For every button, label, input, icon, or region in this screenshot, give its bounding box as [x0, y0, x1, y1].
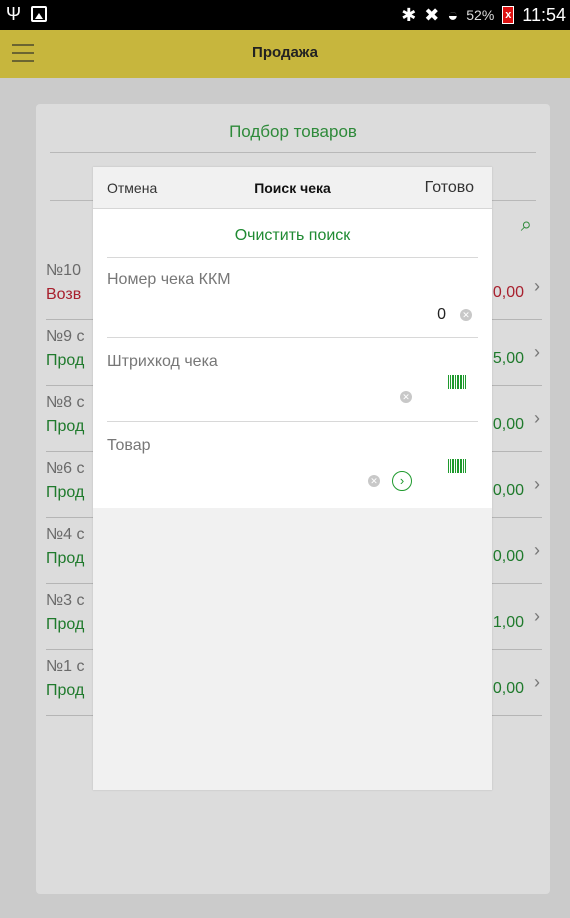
row-amount: ,0,00 — [488, 284, 524, 301]
row-number: №4 с — [46, 526, 85, 543]
row-type: Прод — [46, 550, 85, 567]
row-number: №3 с — [46, 592, 85, 609]
chevron-right-icon: › — [534, 606, 540, 626]
battery-icon: x — [502, 6, 515, 24]
receipt-number-input[interactable]: 0 — [437, 306, 446, 324]
mute-icon: ✖ — [424, 5, 440, 25]
row-number: №10 — [46, 262, 81, 279]
card-title[interactable]: Подбор товаров — [36, 122, 550, 142]
divider — [107, 257, 478, 258]
barcode-scan-icon[interactable] — [448, 375, 467, 389]
row-type: Прод — [46, 484, 85, 501]
chevron-right-icon: › — [534, 540, 540, 560]
row-number: №6 с — [46, 460, 85, 477]
product-label: Товар — [107, 437, 151, 454]
chevron-right-icon: › — [534, 672, 540, 692]
gallery-icon — [31, 6, 48, 22]
bluetooth-icon: ✱ — [401, 5, 417, 25]
row-number: №1 с — [46, 658, 85, 675]
chevron-right-icon: › — [534, 408, 540, 428]
row-amount: 1,00 — [492, 614, 524, 631]
dialog-body: Очистить поиск Номер чека ККМ 0 ✕ Штрихк… — [93, 209, 492, 508]
row-type: Прод — [46, 418, 85, 435]
clear-receipt-number-icon[interactable]: ✕ — [460, 309, 472, 321]
row-number: №9 с — [46, 328, 85, 345]
chevron-right-icon: › — [534, 474, 540, 494]
clear-product-icon[interactable]: ✕ — [368, 475, 380, 487]
wifi-icon: ◒ — [447, 5, 459, 25]
row-type: Прод — [46, 682, 85, 699]
row-number: №8 с — [46, 394, 85, 411]
status-left: Ψ — [6, 4, 48, 24]
status-bar: Ψ ✱ ✖ ◒ 52% x 11:54 — [0, 0, 570, 30]
divider — [107, 421, 478, 422]
receipt-number-label: Номер чека ККМ — [107, 271, 231, 288]
row-amount: 5,00 — [492, 350, 524, 367]
receipt-barcode-label: Штрихкод чека — [107, 353, 218, 370]
usb-icon: Ψ — [6, 4, 22, 24]
barcode-scan-icon[interactable] — [448, 459, 467, 473]
status-right: ✱ ✖ ◒ 52% x 11:54 — [401, 4, 566, 26]
battery-percent: 52% — [466, 7, 495, 23]
row-type: Возв — [46, 286, 82, 303]
status-time: 11:54 — [522, 5, 566, 25]
row-type: Прод — [46, 352, 85, 369]
app-header: Продажа — [0, 30, 570, 78]
open-product-icon[interactable]: › — [392, 471, 412, 491]
search-icon[interactable]: ⌕ — [521, 214, 532, 237]
row-amount: ,0,00 — [488, 482, 524, 499]
chevron-right-icon: › — [534, 276, 540, 296]
row-amount: ,0,00 — [488, 680, 524, 697]
clear-receipt-barcode-icon[interactable]: ✕ — [400, 391, 412, 403]
done-button[interactable]: Готово — [425, 179, 474, 197]
divider — [107, 337, 478, 338]
row-amount: ,0,00 — [488, 548, 524, 565]
row-type: Прод — [46, 616, 85, 633]
divider — [50, 152, 536, 153]
clear-search-button[interactable]: Очистить поиск — [93, 227, 492, 245]
dialog-header: Отмена Поиск чека Готово — [93, 167, 492, 209]
row-amount: ,0,00 — [488, 416, 524, 433]
page-title: Продажа — [252, 44, 318, 61]
receipt-search-dialog: Отмена Поиск чека Готово Очистить поиск … — [93, 167, 492, 790]
chevron-right-icon: › — [534, 342, 540, 362]
